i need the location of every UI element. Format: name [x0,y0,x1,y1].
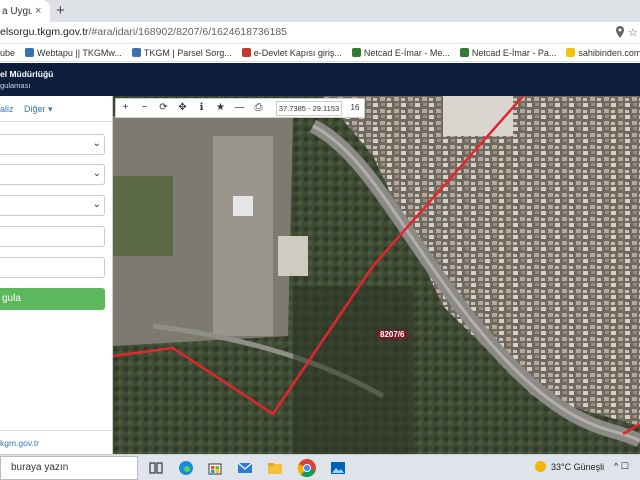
zoom-level: 16 [350,103,360,112]
coordinate-readout: 37.7385 - 29.1153 [276,101,342,116]
photos-icon[interactable] [330,460,346,476]
parcel-input[interactable] [0,257,105,278]
sidebar-footer-link[interactable]: kgm.gov.tr [0,430,113,454]
move-icon[interactable]: ✥ [173,99,192,117]
url-text[interactable]: elsorgu.tkgm.gov.tr/#ara/idari/168902/82… [0,26,287,38]
bookmark-favicon-icon [566,48,576,57]
province-select[interactable]: ⌄ [0,134,105,155]
browser-tab[interactable]: a Uygula × [0,0,50,22]
refresh-icon[interactable]: ⟳ [154,99,173,117]
explorer-icon[interactable] [267,460,283,476]
bookmark-favicon-icon [459,48,469,57]
bookmark-label: e-Devlet Kapısı giriş... [253,47,342,58]
mail-icon[interactable] [237,460,253,476]
header-title: el Müdürlüğü [0,69,54,79]
measure-icon[interactable]: — [230,99,249,117]
chevron-down-icon: ⌄ [92,138,101,149]
zoom-out-icon[interactable]: − [135,99,154,117]
windows-taskbar: buraya yazın 33°C Güneşli ^ ☐ [0,454,640,480]
zoom-in-icon[interactable]: + [116,99,135,117]
bookmark-favicon-icon [351,48,361,57]
sun-icon [535,461,546,472]
address-bar[interactable]: elsorgu.tkgm.gov.tr/#ara/idari/168902/82… [0,22,640,44]
star-icon[interactable]: ★ [211,99,230,117]
bookmark-item[interactable]: ube [0,48,15,58]
bookmarks-bar: ube Webtapu || TKGMw... TKGM | Parsel Sorg… [0,44,640,62]
bookmark-item[interactable]: e-Devlet Kapısı giriş... [241,47,342,58]
parcel-label[interactable]: 8207/6 [377,330,408,339]
bookmark-label: Netcad E-İmar - Pa... [471,47,557,58]
new-tab-button[interactable]: + [56,2,65,19]
location-pin-icon[interactable] [616,26,624,38]
bookmark-item[interactable]: Netcad E-İmar - Pa... [459,47,557,58]
bookmark-favicon-icon [241,48,251,57]
map-view[interactable]: + − ⟳ ✥ ℹ ★ — ⎙ 37.7385 - 29.1153 16 820… [113,96,640,454]
browser-tab-strip: a Uygula × + [0,0,640,22]
page-header: el Müdürlüğü gulaması [0,63,640,96]
bookmark-label: sahibinden.com an... [578,47,640,58]
tab-title: a Uygula [2,5,32,17]
bookmark-favicon-icon [25,48,35,57]
system-tray[interactable]: ^ ☐ [614,461,629,472]
info-icon[interactable]: ℹ [192,99,211,117]
extensions-icon[interactable]: ☆ [628,26,638,39]
task-view-icon[interactable] [148,460,164,476]
tab-analiz[interactable]: aliz [0,104,14,114]
edge-icon[interactable] [178,460,194,476]
bookmark-label: Netcad E-İmar - Me... [363,47,450,58]
store-icon[interactable] [207,460,223,476]
bookmark-item[interactable]: TKGM | Parsel Sorg... [131,47,232,58]
chrome-icon[interactable] [297,458,317,478]
bookmark-item[interactable]: sahibinden.com an... [566,48,640,58]
bookmark-label: ube [0,47,16,58]
sidebar-tabs: aliz Diğer ▾ [0,96,113,122]
weather-widget[interactable]: 33°C Güneşli [535,461,604,472]
chevron-down-icon: ⌄ [92,168,101,179]
bookmark-label: TKGM | Parsel Sorg... [143,47,232,58]
block-input[interactable] [0,226,105,247]
chevron-down-icon: ⌄ [92,199,101,210]
header-subtitle: gulaması [0,81,31,90]
taskbar-search[interactable]: buraya yazın [0,456,138,480]
close-icon[interactable]: × [35,5,41,17]
bookmark-favicon-icon [131,48,141,57]
district-select[interactable]: ⌄ [0,164,105,185]
print-icon[interactable]: ⎙ [249,99,268,117]
bookmark-label: Webtapu || TKGMw... [37,47,122,58]
bookmark-item[interactable]: Netcad E-İmar - Me... [351,47,450,58]
neighborhood-select[interactable]: ⌄ [0,195,105,216]
query-button[interactable]: gula [0,288,105,310]
map-toolbar: + − ⟳ ✥ ℹ ★ — ⎙ 37.7385 - 29.1153 16 [115,98,365,118]
bookmark-item[interactable]: Webtapu || TKGMw... [25,48,122,58]
aerial-imagery[interactable] [113,96,640,454]
query-sidebar: aliz Diğer ▾ ⌄ ⌄ ⌄ gula kgm.gov.tr [0,96,113,454]
tab-diger[interactable]: Diğer ▾ [24,104,53,115]
